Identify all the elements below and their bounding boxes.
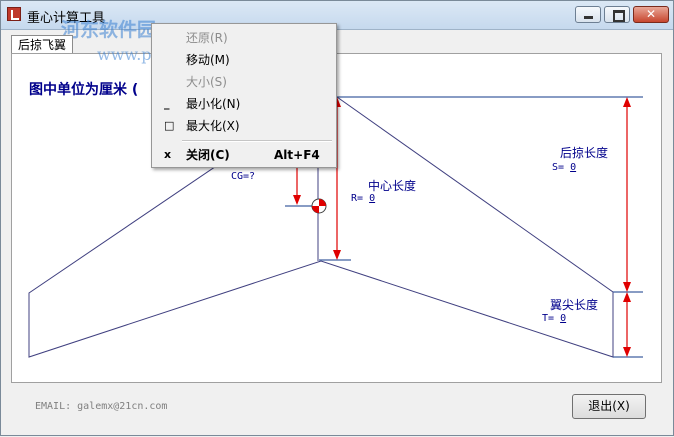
tip-length-field: T= 0 [542,313,566,324]
wing-diagram [28,96,643,358]
units-note: 图中单位为厘米 ( [29,82,139,98]
sweep-length-arrow-top [623,97,631,107]
center-length-arrow-bottom [333,250,341,260]
menu-item-restore[interactable]: 还原(R) [154,27,334,49]
minimize-icon: _ [164,97,170,110]
menu-item-move[interactable]: 移动(M) [154,49,334,71]
menu-item-close[interactable]: x 关闭(C) Alt+F4 [154,144,334,166]
maximize-icon: □ [164,119,175,132]
menu-item-label: 关闭(C) [186,148,230,162]
cg-arrow-bottom [293,195,301,205]
center-length-label: 中心长度 [368,179,417,193]
tip-value[interactable]: 0 [560,313,566,324]
menu-separator [182,140,332,142]
tip-length-label: 翼尖长度 [550,298,599,312]
tip-var: T= [542,313,555,324]
tip-length-arrow-bottom [623,347,631,357]
menu-item-label: 最大化(X) [186,119,240,133]
menu-item-maximize[interactable]: □ 最大化(X) [154,115,334,137]
tip-length-arrow-top [623,292,631,302]
menu-item-label: 大小(S) [186,75,227,89]
email-text: EMAIL: galemx@21cn.com [35,401,168,412]
center-value[interactable]: 0 [369,193,375,204]
menu-item-label: 移动(M) [186,53,230,67]
menu-item-size[interactable]: 大小(S) [154,71,334,93]
app-window: 重心计算工具 河东软件园 ✕ 后掠飞翼 图中单位为厘米 (CG=? 中心长度 … [0,0,674,436]
sweep-length-arrow-bottom [623,282,631,292]
exit-button[interactable]: 退出(X) [572,394,646,419]
sweep-value[interactable]: 0 [570,162,576,173]
sweep-length-field: S= 0 [552,162,576,173]
menu-item-label: 最小化(N) [186,97,241,111]
menu-item-label: 还原(R) [186,31,228,45]
center-length-field: R= 0 [351,193,375,204]
menu-item-shortcut: Alt+F4 [274,148,320,162]
close-icon: x [164,148,172,161]
cg-label: CG=? [231,171,256,182]
cg-marker-icon [311,198,327,214]
system-context-menu: 还原(R) 移动(M) 大小(S) _ 最小化(N) □ 最大化(X) x 关闭… [151,23,337,168]
menu-item-minimize[interactable]: _ 最小化(N) [154,93,334,115]
center-var: R= [351,193,364,204]
sweep-length-label: 后掠长度 [560,146,609,160]
sweep-var: S= [552,162,565,173]
